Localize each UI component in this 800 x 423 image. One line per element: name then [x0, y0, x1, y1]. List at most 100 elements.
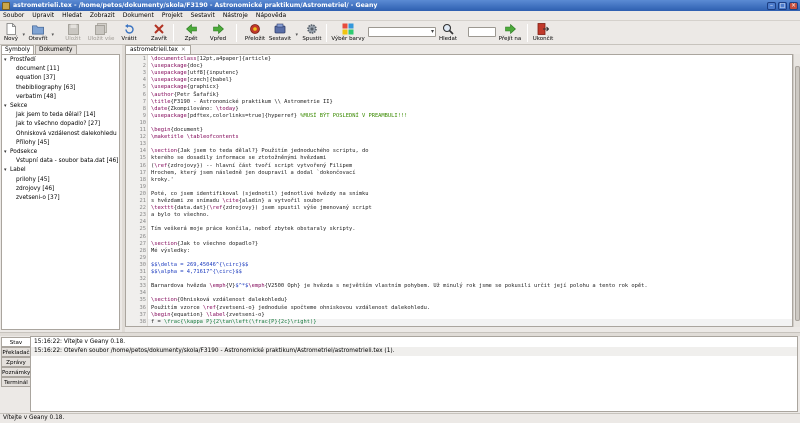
new-button[interactable]: Nový ▾: [3, 22, 25, 44]
build-button[interactable]: Sestavit ▾: [268, 22, 298, 44]
build-dropdown-icon[interactable]: ▾: [295, 32, 298, 38]
line-number: 29: [139, 254, 147, 261]
color-palette-icon: [342, 23, 354, 35]
revert-button[interactable]: Vrátit: [121, 22, 137, 44]
symbol-item[interactable]: Ohnisková vzdálenost dalekohledu [35]: [16, 130, 119, 139]
line-number: 4: [142, 77, 146, 84]
search-input[interactable]: ▾: [368, 27, 436, 37]
open-button[interactable]: Otevřít ▾: [28, 22, 54, 44]
save-all-icon: [95, 23, 107, 35]
back-button[interactable]: Zpět: [183, 22, 199, 44]
symbol-label: zdrojovy [46]: [16, 185, 55, 192]
code-line: \usepackage[pdftex,colorlinks=true]{hype…: [151, 112, 408, 119]
symbol-group[interactable]: ▾ Label: [4, 166, 26, 175]
menu-napoveda[interactable]: Nápověda: [256, 12, 286, 19]
code-line: kterého se dosadily informace se ztotožn…: [151, 155, 327, 162]
editor-scrollbar[interactable]: [793, 54, 800, 327]
code-line: a bylo to všechno.: [151, 212, 210, 219]
scrollbar-thumb[interactable]: [795, 66, 800, 321]
symbol-label: prilohy [45]: [16, 176, 50, 183]
log-line: 15:16:22: Vítejte v Geany 0.18.: [34, 339, 126, 345]
symbol-item[interactable]: Vstupní data - soubor bata.dat [46]: [16, 157, 118, 166]
menu-dokument[interactable]: Dokument: [123, 12, 154, 19]
code-line: \section{Ohnisková vzdálenost dalekohled…: [151, 297, 288, 304]
tab-symbols[interactable]: Symboly: [1, 45, 35, 54]
menu-nastroje[interactable]: Nástroje: [223, 12, 248, 19]
code-line: \author{Petr Šafařík}: [151, 91, 220, 98]
symbol-label: Přílohy [45]: [16, 139, 50, 146]
log-line: 15:16:22: Otevřen soubor /home/petos/dok…: [31, 347, 797, 356]
tab-status[interactable]: Stav: [1, 337, 30, 347]
line-number: 21: [139, 198, 147, 204]
line-number: 12: [139, 134, 147, 141]
goto-line-input[interactable]: [468, 27, 496, 37]
compile-button[interactable]: Přeložit: [244, 22, 266, 44]
line-number: 1: [142, 56, 146, 62]
symbol-item[interactable]: zvetseni-o [37]: [16, 194, 60, 203]
close-file-icon: [153, 23, 165, 35]
toolbar-separator: [326, 24, 327, 42]
symbol-item[interactable]: verbatim [48]: [16, 93, 56, 102]
tab-terminal[interactable]: Terminál: [1, 377, 30, 387]
menu-sestavit[interactable]: Sestavit: [191, 12, 215, 19]
run-button[interactable]: Spustit: [302, 22, 322, 44]
tab-documents[interactable]: Dokumenty: [35, 45, 77, 54]
save-all-button[interactable]: Uložit vše: [88, 22, 114, 44]
symbol-group[interactable]: ▾ Prostředí: [4, 56, 36, 65]
close-file-button[interactable]: Zavřít: [151, 22, 167, 44]
code-line: \usepackage[utf8]{inputenc}: [151, 70, 239, 77]
code-editor[interactable]: 1 2 3 4 5 6 7 8 9 10 11 12 13 14 15 16 17 18 19 20 21 22 23 24 2…: [125, 54, 793, 327]
symbol-item[interactable]: thebibliography [63]: [16, 84, 75, 93]
open-dropdown-icon[interactable]: ▾: [51, 32, 54, 38]
code-line: Použitím vzorce \ref{zvetseni-o} jednodu…: [151, 304, 431, 311]
minimize-button[interactable]: –: [767, 1, 776, 10]
line-number: 6: [142, 91, 146, 98]
line-number: 13: [139, 141, 147, 148]
line-number: 7: [142, 98, 146, 105]
symbol-item[interactable]: zdrojovy [46]: [16, 185, 54, 194]
symbol-item[interactable]: Jak jsem to teda dělal? [14]: [16, 111, 96, 120]
symbol-label: Jak jsem to teda dělal? [14]: [16, 112, 96, 119]
menu-soubor[interactable]: Soubor: [3, 12, 24, 19]
save-button[interactable]: Uložit: [63, 22, 83, 44]
menu-bar: Soubor Upravit Hledat Zobrazit Dokument …: [0, 11, 800, 21]
goto-line-label: Přejít na: [498, 36, 522, 42]
line-number: 15: [139, 155, 147, 162]
tab-close-icon[interactable]: ✕: [181, 47, 186, 53]
forward-button[interactable]: Vpřed: [208, 22, 228, 44]
code-line: (\ref{zdrojovy}) -- hlavní část tvoří sc…: [151, 162, 353, 169]
menu-projekt[interactable]: Projekt: [162, 12, 183, 19]
new-dropdown-icon[interactable]: ▾: [22, 32, 25, 38]
goto-line-button[interactable]: Přejít na: [498, 22, 522, 44]
close-window-button[interactable]: ×: [789, 1, 798, 10]
document-tab[interactable]: astrometrieli.tex ✕: [125, 45, 191, 54]
tab-messages[interactable]: Zprávy: [1, 357, 30, 367]
quit-button[interactable]: Ukončit: [533, 22, 553, 44]
menu-zobrazit[interactable]: Zobrazit: [90, 12, 115, 19]
line-number: 34: [139, 290, 147, 297]
color-chooser-button[interactable]: Výběr barvy: [331, 22, 365, 44]
symbol-group[interactable]: ▾ Podsekce: [4, 148, 37, 157]
tab-compiler[interactable]: Překladač: [1, 347, 30, 357]
symbol-item[interactable]: document [11]: [16, 65, 59, 74]
symbol-group[interactable]: ▾ Sekce: [4, 102, 27, 111]
maximize-button[interactable]: □: [778, 1, 787, 10]
code-line: Poté, co jsem identifikoval (sjednotil) …: [151, 190, 369, 197]
line-number: 24: [139, 219, 147, 226]
symbol-item[interactable]: Přílohy [45]: [16, 139, 49, 148]
menu-hledat[interactable]: Hledat: [62, 12, 82, 19]
symbol-item[interactable]: prilohy [45]: [16, 176, 50, 185]
symbol-item[interactable]: equation [37]: [16, 74, 55, 83]
symbol-label: Jak to všechno dopadlo? [27]: [16, 121, 101, 128]
menu-upravit[interactable]: Upravit: [32, 12, 54, 19]
line-number: 19: [139, 183, 147, 190]
line-number: 23: [139, 212, 147, 219]
tab-notes[interactable]: Poznámky: [1, 367, 30, 377]
symbol-label: equation [37]: [16, 75, 56, 82]
build-icon: [274, 23, 286, 35]
symbol-item[interactable]: Jak to všechno dopadlo? [27]: [16, 120, 100, 129]
line-number: 35: [139, 297, 147, 304]
search-button[interactable]: Hledat: [438, 22, 458, 44]
search-dropdown-icon[interactable]: ▾: [431, 28, 434, 35]
line-number: 5: [142, 84, 146, 91]
